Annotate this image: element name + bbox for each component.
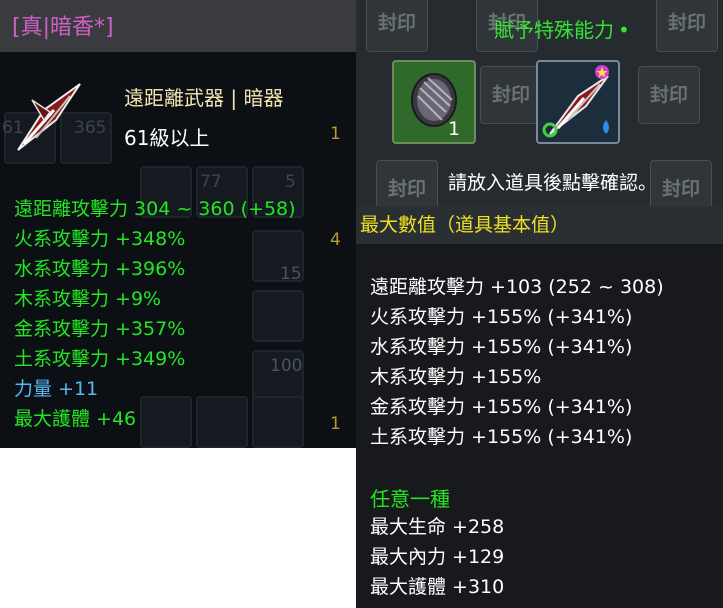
sealed-slot: 封印 — [638, 66, 700, 124]
inventory-slot — [196, 396, 248, 448]
stat-line: 火系攻擊力 +348% — [14, 228, 186, 250]
max-stat-line: 遠距離攻擊力 +103 (252 ~ 308) — [370, 276, 664, 298]
inventory-slot — [252, 396, 304, 448]
item-tooltip: 61 365 1 5 77 4 15 100 1 [真|暗香*] 遠距離武器 |… — [0, 0, 356, 448]
item-name: [真|暗香*] — [12, 15, 114, 40]
sealed-slot: 封印 — [480, 66, 542, 124]
stat-line: 水系攻擊力 +396% — [14, 258, 186, 280]
confirm-hint: 請放入道具後點擊確認。 — [448, 172, 658, 194]
any-one-stat-line: 最大內力 +129 — [370, 546, 505, 568]
gem-slot[interactable]: 1 — [392, 60, 476, 144]
max-values-header: 最大數值（道具基本值） — [360, 214, 570, 236]
stat-line: 土系攻擊力 +349% — [14, 348, 186, 370]
stat-line: 最大護體 +46 — [14, 408, 137, 430]
throwing-dart-weapon-icon — [17, 83, 81, 151]
special-ability-hint: 賦予特殊能力 • — [494, 18, 630, 42]
inventory-count: 4 — [330, 230, 341, 250]
item-type: 遠距離武器 | 暗器 — [124, 86, 284, 110]
any-one-header: 任意一種 — [370, 487, 450, 511]
any-one-stat-line: 最大護體 +310 — [370, 576, 505, 598]
inventory-slot — [140, 396, 192, 448]
stat-line: 遠距離攻擊力 304 ~ 360 (+58) — [14, 198, 296, 220]
any-one-stat-line: 最大生命 +258 — [370, 516, 505, 538]
throwing-dart-weapon-icon — [542, 65, 609, 138]
black-orb-gem-icon — [411, 73, 457, 127]
inventory-count: 5 — [285, 172, 296, 192]
inventory-count: 1 — [330, 124, 341, 144]
sealed-slot: 封印 — [656, 0, 718, 52]
sealed-slot: 封印 — [366, 0, 428, 52]
inventory-count: 1 — [330, 414, 341, 434]
weapon-slot[interactable] — [536, 60, 620, 144]
inventory-slot — [252, 290, 304, 342]
inventory-count: 77 — [200, 172, 222, 192]
stat-line: 力量 +11 — [14, 378, 99, 400]
max-stat-line: 火系攻擊力 +155% (+341%) — [370, 306, 633, 328]
gem-count: 1 — [448, 118, 461, 140]
max-stat-line: 土系攻擊力 +155% (+341%) — [370, 426, 633, 448]
stat-line: 木系攻擊力 +9% — [14, 288, 162, 310]
max-stat-line: 木系攻擊力 +155% — [370, 366, 542, 388]
stat-line: 金系攻擊力 +357% — [14, 318, 186, 340]
inventory-count: 15 — [280, 264, 302, 284]
max-stat-line: 金系攻擊力 +155% (+341%) — [370, 396, 633, 418]
max-stat-line: 水系攻擊力 +155% (+341%) — [370, 336, 633, 358]
level-requirement: 61級以上 — [124, 126, 210, 150]
inventory-count: 100 — [270, 356, 303, 376]
